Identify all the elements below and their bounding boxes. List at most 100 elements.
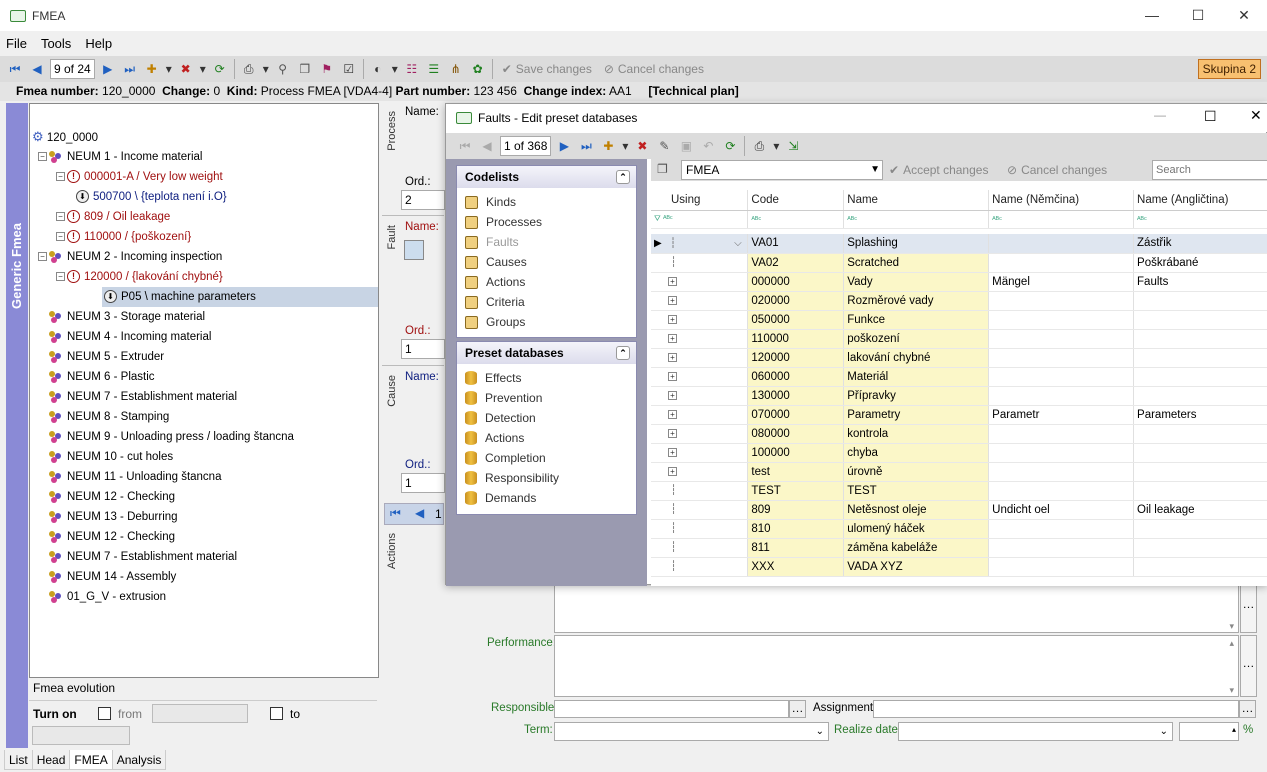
percent-field[interactable]: ▴: [1179, 722, 1239, 741]
next-record-icon[interactable]: ▶: [554, 136, 574, 156]
table-row[interactable]: +050000 Funkce: [651, 310, 1267, 330]
last-record-icon[interactable]: ⏭: [120, 59, 140, 79]
tree-node[interactable]: − NEUM 2 - Incoming inspection: [38, 247, 222, 267]
maximize-button[interactable]: ☐: [1175, 0, 1221, 31]
prev-record-icon[interactable]: ◀: [477, 136, 497, 156]
row-name-de[interactable]: Undicht oel: [988, 500, 1135, 520]
filter-name-en[interactable]: ᴬᴮᶜ: [1133, 210, 1267, 229]
row-using-cell[interactable]: +: [651, 424, 749, 444]
delete-record-icon[interactable]: ✖: [632, 136, 652, 156]
expand-chevron-icon[interactable]: ⌵: [734, 238, 742, 249]
row-name-de[interactable]: [988, 253, 1135, 273]
col-using[interactable]: Using: [651, 190, 749, 211]
row-name-de[interactable]: [988, 519, 1135, 539]
row-name[interactable]: ulomený háček: [843, 519, 990, 539]
row-using-cell[interactable]: ┆: [651, 557, 749, 577]
row-code[interactable]: TEST: [747, 481, 845, 501]
tree-node[interactable]: NEUM 12 - Checking: [38, 527, 175, 547]
preset-header[interactable]: Preset databases ⌃: [457, 342, 636, 364]
row-name-en[interactable]: [1133, 424, 1267, 444]
row-name-en[interactable]: [1133, 291, 1267, 311]
row-name-de[interactable]: [988, 443, 1135, 463]
filter-name-de[interactable]: ᴬᴮᶜ: [988, 210, 1135, 229]
row-code[interactable]: 000000: [747, 272, 845, 292]
minimize-button[interactable]: —: [1129, 0, 1175, 31]
row-code[interactable]: 809: [747, 500, 845, 520]
menu-file[interactable]: File: [6, 36, 27, 51]
expand-icon[interactable]: +: [667, 314, 677, 324]
preset-item[interactable]: Prevention: [457, 388, 636, 408]
row-using-cell[interactable]: +: [651, 348, 749, 368]
row-name-de[interactable]: [988, 291, 1135, 311]
row-name-en[interactable]: [1133, 310, 1267, 330]
table-row[interactable]: +120000 lakování chybné: [651, 348, 1267, 368]
table-row[interactable]: ┆ 809 Netěsnost oleje Undicht oel Oil leakag…: [651, 500, 1267, 520]
print-icon[interactable]: ⎙: [239, 59, 259, 79]
group-badge[interactable]: Skupina 2: [1197, 59, 1261, 79]
col-code[interactable]: Code: [747, 190, 845, 211]
row-name-en[interactable]: [1133, 519, 1267, 539]
row-using-cell[interactable]: +: [651, 272, 749, 292]
tree-node[interactable]: NEUM 11 - Unloading štancna: [38, 467, 221, 487]
tab-fmea[interactable]: FMEA: [69, 750, 113, 770]
tree-node[interactable]: NEUM 8 - Stamping: [38, 407, 169, 427]
description-textarea[interactable]: ▾: [554, 583, 1239, 633]
tree-node[interactable]: −! 110000 / {poškození}: [56, 227, 191, 247]
tree-node[interactable]: ⬇ P05 \ machine parameters: [102, 287, 378, 307]
first-record-icon[interactable]: ⏮: [455, 136, 475, 156]
print-icon[interactable]: ⎙: [749, 136, 769, 156]
col-name-de[interactable]: Name (Němčina): [988, 190, 1135, 211]
from-date-field[interactable]: [152, 704, 248, 723]
tree-node[interactable]: NEUM 5 - Extruder: [38, 347, 164, 367]
row-name[interactable]: Parametry: [843, 405, 990, 425]
preset-item[interactable]: Demands: [457, 488, 636, 508]
first-record-icon[interactable]: ⏮: [390, 506, 401, 521]
first-record-icon[interactable]: ⏮: [5, 59, 25, 79]
evolution-select[interactable]: [32, 726, 130, 745]
row-name-de[interactable]: [988, 481, 1135, 501]
search-input[interactable]: [1152, 160, 1267, 180]
performance-textarea[interactable]: ▴ ▾: [554, 635, 1239, 697]
table-row[interactable]: +080000 kontrola: [651, 424, 1267, 444]
row-using-cell[interactable]: ┆: [651, 253, 749, 273]
row-name-en[interactable]: [1133, 348, 1267, 368]
dropdown-arrow-icon[interactable]: ▾: [261, 59, 271, 79]
row-code[interactable]: 060000: [747, 367, 845, 387]
assignment-more-button[interactable]: …: [1239, 700, 1256, 718]
tab-list[interactable]: List: [4, 750, 33, 770]
performance-more-button[interactable]: …: [1240, 635, 1257, 697]
tree-node[interactable]: 01_G_V - extrusion: [38, 587, 166, 607]
collapse-icon[interactable]: ⌃: [616, 170, 630, 184]
preset-item[interactable]: Effects: [457, 368, 636, 388]
table-row[interactable]: ┆ XXX VADA XYZ: [651, 557, 1267, 577]
row-name[interactable]: Splashing: [843, 234, 990, 254]
row-name-en[interactable]: [1133, 557, 1267, 577]
menu-tools[interactable]: Tools: [41, 36, 71, 51]
row-name-en[interactable]: Faults: [1133, 272, 1267, 292]
row-using-cell[interactable]: +: [651, 386, 749, 406]
row-code[interactable]: test: [747, 462, 845, 482]
tree-node[interactable]: NEUM 7 - Establishment material: [38, 547, 237, 567]
preset-item[interactable]: Completion: [457, 448, 636, 468]
tree-root[interactable]: ⚙ 120_0000: [32, 127, 98, 147]
table-row[interactable]: +110000 poškození: [651, 329, 1267, 349]
new-record-icon[interactable]: ✚: [598, 136, 618, 156]
tree-node[interactable]: NEUM 6 - Plastic: [38, 367, 155, 387]
dropdown-arrow-icon[interactable]: ▾: [620, 136, 630, 156]
table-row[interactable]: +130000 Přípravky: [651, 386, 1267, 406]
table-row[interactable]: ┆ 811 záměna kabeláže: [651, 538, 1267, 558]
row-name[interactable]: poškození: [843, 329, 990, 349]
new-record-icon[interactable]: ✚: [142, 59, 162, 79]
row-name-en[interactable]: [1133, 443, 1267, 463]
row-name-de[interactable]: [988, 386, 1135, 406]
tree-node[interactable]: NEUM 13 - Deburring: [38, 507, 178, 527]
assignment-field[interactable]: [873, 700, 1239, 718]
collapse-icon[interactable]: −: [56, 172, 65, 182]
row-using-cell[interactable]: ┆: [651, 481, 749, 501]
butterfly-icon[interactable]: ✿: [468, 59, 488, 79]
row-name[interactable]: Netěsnost oleje: [843, 500, 990, 520]
collapse-icon[interactable]: −: [38, 152, 47, 162]
row-using-cell[interactable]: ┆: [651, 519, 749, 539]
row-name-de[interactable]: [988, 310, 1135, 330]
row-using-cell[interactable]: ┆: [651, 538, 749, 558]
